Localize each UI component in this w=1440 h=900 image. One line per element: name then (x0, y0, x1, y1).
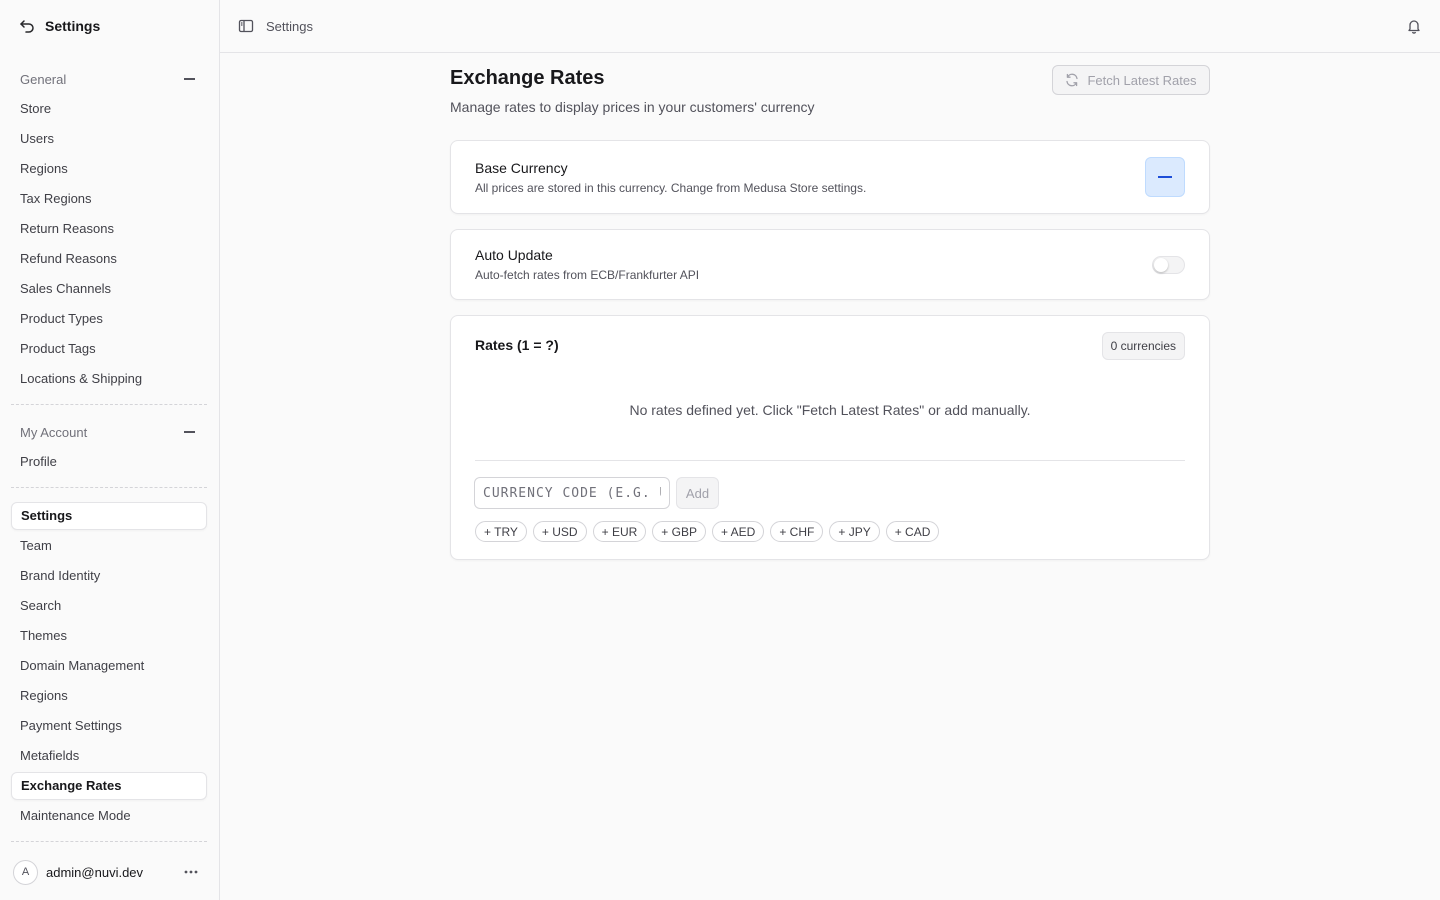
quick-add-aed[interactable]: + AED (711, 521, 765, 542)
divider (475, 460, 1185, 461)
auto-update-title: Auto Update (475, 247, 553, 263)
undo-arrow-icon[interactable] (19, 18, 35, 34)
refresh-icon (1065, 73, 1079, 87)
section-general[interactable]: General (0, 64, 219, 94)
auto-update-card: Auto Update Auto-fetch rates from ECB/Fr… (450, 229, 1210, 300)
main-content: Exchange Rates Manage rates to display p… (450, 53, 1210, 560)
currency-count-badge: 0 currencies (1101, 332, 1185, 360)
section-my-account-label: My Account (20, 424, 88, 440)
page-title: Exchange Rates (450, 67, 605, 89)
sidebar-item-exchange-rates[interactable]: Exchange Rates (11, 772, 207, 800)
sidebar-item-users[interactable]: Users (0, 124, 219, 154)
sidebar-item-refund-reasons[interactable]: Refund Reasons (0, 244, 219, 274)
currency-code-input[interactable] (474, 477, 670, 509)
auto-update-description: Auto-fetch rates from ECB/Frankfurter AP… (475, 268, 700, 282)
sidebar-item-search[interactable]: Search (0, 591, 219, 621)
user-email: admin@nuvi.dev (46, 864, 144, 880)
sidebar-item-product-tags[interactable]: Product Tags (0, 334, 219, 364)
sidebar-item-locations-and-shipping[interactable]: Locations & Shipping (0, 364, 219, 394)
sidebar-item-profile[interactable]: Profile (0, 447, 219, 477)
sidebar-item-settings[interactable]: Settings (11, 502, 207, 530)
sidebar: Settings General Store Users Regions Tax Re… (0, 0, 220, 900)
account-nav-list: Profile (0, 447, 219, 477)
sidebar-item-metafields[interactable]: Metafields (0, 741, 219, 771)
bell-icon[interactable] (1406, 18, 1422, 34)
empty-state-message: No rates defined yet. Click "Fetch Lates… (629, 402, 1031, 418)
page-subtitle: Manage rates to display prices in your c… (450, 99, 815, 115)
sidebar-item-tax-regions[interactable]: Tax Regions (0, 184, 219, 214)
quick-add-try[interactable]: + TRY (475, 521, 527, 542)
quick-add-gbp[interactable]: + GBP (652, 521, 706, 542)
sidebar-item-domain-management[interactable]: Domain Management (0, 651, 219, 681)
base-currency-value[interactable] (1145, 157, 1185, 197)
extensions-nav-list: Settings Team Brand Identity Search Themes Do… (0, 502, 219, 831)
dash-icon (1158, 176, 1172, 178)
sidebar-item-brand-identity[interactable]: Brand Identity (0, 561, 219, 591)
rates-card: Rates (1 = ?) 0 currencies No rates defi… (450, 315, 1210, 560)
page-header: Exchange Rates Manage rates to display p… (450, 53, 1210, 140)
base-currency-card: Base Currency All prices are stored in t… (450, 140, 1210, 214)
sidebar-toggle-icon[interactable] (238, 18, 254, 34)
sidebar-item-regions[interactable]: Regions (0, 154, 219, 184)
collapse-icon[interactable] (184, 73, 196, 85)
more-horizontal-icon[interactable] (181, 862, 201, 882)
sidebar-item-regions[interactable]: Regions (0, 681, 219, 711)
avatar: A (13, 859, 38, 885)
sidebar-item-maintenance-mode[interactable]: Maintenance Mode (0, 801, 219, 831)
section-general-label: General (20, 71, 67, 87)
topbar: Settings (220, 0, 1440, 53)
auto-update-toggle[interactable] (1152, 256, 1185, 274)
general-nav-list: Store Users Regions Tax Regions Return Reaso… (0, 94, 219, 394)
user-menu[interactable]: A admin@nuvi.dev (0, 844, 219, 900)
base-currency-description: All prices are stored in this currency. … (475, 181, 867, 195)
sidebar-item-store[interactable]: Store (0, 94, 219, 124)
collapse-icon[interactable] (184, 426, 196, 438)
sidebar-title: Settings (45, 18, 101, 34)
quick-add-chips: + TRY + USD + EUR + GBP + AED + CHF + JPY + CAD (475, 521, 940, 542)
quick-add-cad[interactable]: + CAD (885, 521, 940, 542)
breadcrumb[interactable]: Settings (266, 19, 313, 34)
base-currency-title: Base Currency (475, 160, 568, 176)
quick-add-usd[interactable]: + USD (532, 521, 587, 542)
divider (11, 841, 207, 842)
rates-title: Rates (1 = ?) (475, 337, 559, 353)
quick-add-chf[interactable]: + CHF (770, 521, 824, 542)
sidebar-item-return-reasons[interactable]: Return Reasons (0, 214, 219, 244)
sidebar-item-sales-channels[interactable]: Sales Channels (0, 274, 219, 304)
sidebar-item-payment-settings[interactable]: Payment Settings (0, 711, 219, 741)
sidebar-item-team[interactable]: Team (0, 531, 219, 561)
sidebar-header[interactable]: Settings (0, 0, 219, 52)
toggle-knob (1154, 258, 1168, 272)
section-my-account[interactable]: My Account (0, 417, 219, 447)
fetch-latest-rates-button[interactable]: Fetch Latest Rates (1052, 65, 1210, 95)
sidebar-item-product-types[interactable]: Product Types (0, 304, 219, 334)
quick-add-eur[interactable]: + EUR (592, 521, 647, 542)
quick-add-jpy[interactable]: + JPY (829, 521, 880, 542)
add-currency-button[interactable]: Add (676, 477, 719, 509)
fetch-latest-rates-label: Fetch Latest Rates (1087, 72, 1197, 88)
sidebar-item-themes[interactable]: Themes (0, 621, 219, 651)
